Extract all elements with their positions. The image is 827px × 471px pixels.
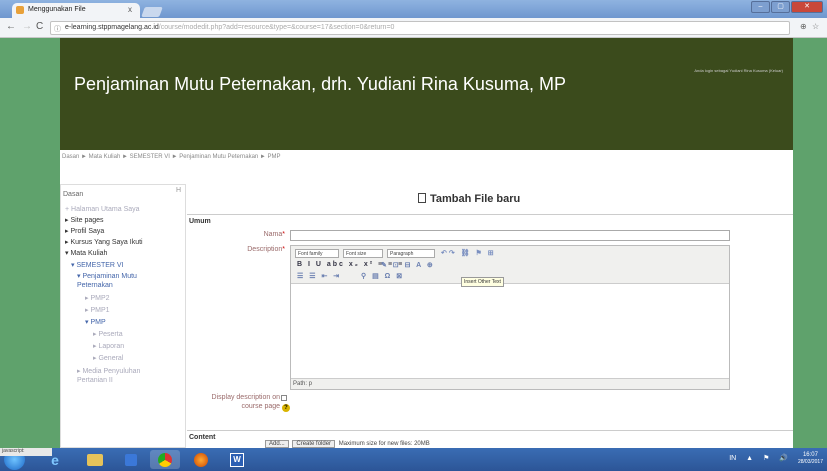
action-center-icon[interactable]: ⚑	[763, 455, 769, 462]
navigation-block: Dasan H + Halaman Utama Saya ▸ Site page…	[60, 184, 186, 448]
section-content-title: Content	[189, 434, 216, 441]
close-window-button[interactable]: ✕	[791, 1, 823, 13]
description-label: Description*	[247, 246, 285, 253]
editor-list-buttons[interactable]: ☰ ☰ ⇤ ⇥	[297, 272, 341, 280]
page-heading: Tambah File baru	[418, 193, 520, 205]
nav-item-profile[interactable]: ▸ Profil Saya	[65, 227, 104, 236]
url-host: e-learning.stppmagelang.ac.id	[65, 24, 159, 31]
word-icon[interactable]: W	[222, 450, 252, 469]
nav-item-reports[interactable]: ▸ Laporan	[93, 342, 124, 351]
display-description-label-2: course page ?	[210, 403, 290, 412]
nav-item-courses[interactable]: ▾ Mata Kuliah	[65, 249, 107, 258]
nav-item-general[interactable]: ▸ General	[93, 354, 123, 363]
editor-path-bar: Path: p	[291, 378, 729, 389]
max-size-text: Maximum size for new files: 20MB	[338, 441, 430, 447]
tray-expand-icon[interactable]: ▲	[746, 455, 753, 462]
font-size-select[interactable]: Font size	[343, 249, 383, 258]
tab-favicon-icon	[16, 6, 24, 14]
nav-item-semester[interactable]: ▾ SEMESTER VI	[71, 261, 124, 270]
bookmark-star-icon[interactable]: ☆	[812, 22, 819, 31]
editor-undo-redo-icons[interactable]: ↶↷ ⛓ ⚑ ⊞	[441, 249, 496, 257]
chrome-icon[interactable]	[150, 450, 180, 469]
firefox-icon[interactable]	[186, 450, 216, 469]
window-titlebar: Menggunakan File x – ▢ ✕	[0, 0, 827, 18]
nav-item-course[interactable]: ▾ Penjaminan Mutu Peternakan	[77, 272, 167, 290]
volume-icon[interactable]: 🔊	[779, 455, 788, 462]
section-content[interactable]: Content	[187, 430, 793, 441]
new-tab-button[interactable]	[141, 7, 163, 17]
url-path: /course/modedit.php?add=resource&type=&c…	[158, 24, 395, 31]
course-header: Penjaminan Mutu Peternakan, drh. Yudiani…	[60, 38, 793, 150]
toolbar-tooltip: Insert Other Text	[461, 277, 504, 287]
description-editor[interactable]: Font family Font size Paragraph ↶↷ ⛓ ⚑ ⊞…	[290, 245, 730, 390]
media-player-icon[interactable]	[116, 450, 146, 469]
back-arrow-icon[interactable]: ←	[6, 21, 16, 32]
browser-tab[interactable]: Menggunakan File x	[12, 3, 140, 18]
maximize-button[interactable]: ▢	[771, 1, 790, 13]
editor-insert-icons[interactable]: ✎ ⊡ ⊟ A ⊕	[381, 261, 435, 269]
forward-arrow-icon[interactable]: →	[22, 21, 32, 32]
url-bar[interactable]: ⓘ e-learning.stppmagelang.ac.id/course/m…	[50, 21, 790, 35]
paragraph-select[interactable]: Paragraph	[387, 249, 435, 258]
block-dock-icon[interactable]: H	[176, 187, 181, 194]
section-general[interactable]: Umum	[187, 214, 793, 225]
page-info-icon: ⓘ	[54, 26, 61, 33]
create-folder-button[interactable]: Create folder	[292, 440, 336, 448]
nav-item-other-course[interactable]: ▸ Media Penyuluhan Pertanian II	[77, 367, 167, 385]
system-tray: IN ▲ ⚑ 🔊 16:07 28/03/2017	[721, 452, 823, 466]
breadcrumb[interactable]: Dasan ► Mata Kuliah ► SEMESTER VI ► Penj…	[60, 154, 281, 160]
font-family-select[interactable]: Font family	[295, 249, 339, 258]
nav-item-pmp[interactable]: ▾ PMP	[85, 318, 106, 327]
display-description-checkbox[interactable]	[281, 395, 287, 401]
browser-status-bar: javascript:	[0, 448, 52, 456]
editor-media-icons[interactable]: ⚲ ▤ Ω ⊠	[361, 272, 404, 280]
explorer-icon[interactable]	[80, 450, 110, 469]
display-description-label: Display description on	[211, 394, 280, 401]
moodle-page: Penjaminan Mutu Peternakan, drh. Yudiani…	[60, 38, 793, 448]
nav-item-participants[interactable]: ▸ Peserta	[93, 330, 123, 339]
name-label: Nama*	[263, 231, 285, 238]
window-controls: – ▢ ✕	[751, 1, 823, 13]
add-file-button[interactable]: Add...	[265, 440, 289, 448]
help-icon[interactable]: ?	[282, 404, 290, 412]
reload-icon[interactable]: C	[36, 21, 43, 32]
nav-item-site-pages[interactable]: ▸ Site pages	[65, 216, 104, 225]
nav-block-title: Dasan	[63, 191, 84, 198]
course-title: Penjaminan Mutu Peternakan, drh. Yudiani…	[74, 74, 566, 94]
nav-item-my-courses[interactable]: ▸ Kursus Yang Saya Ikuti	[65, 238, 143, 247]
nav-item-my-home[interactable]: + Halaman Utama Saya	[65, 205, 140, 214]
clock[interactable]: 16:07 28/03/2017	[798, 452, 823, 466]
minimize-button[interactable]: –	[751, 1, 770, 13]
translate-icon[interactable]: ⊕	[800, 22, 807, 31]
name-input[interactable]	[290, 230, 730, 241]
editor-toolbar: Font family Font size Paragraph ↶↷ ⛓ ⚑ ⊞…	[291, 246, 729, 287]
section-general-title: Umum	[189, 218, 211, 225]
nav-item-pmp1[interactable]: ▸ PMP1	[85, 306, 110, 315]
language-indicator[interactable]: IN	[729, 455, 736, 462]
tab-title: Menggunakan File	[28, 6, 86, 13]
login-info[interactable]: Anda login sebagai Yudiani Rina Kusuma (…	[694, 68, 783, 73]
windows-taskbar: e W IN ▲ ⚑ 🔊 16:07 28/03/2017	[0, 448, 827, 471]
address-toolbar: ← → C ⓘ e-learning.stppmagelang.ac.id/co…	[0, 18, 827, 38]
file-icon	[418, 193, 426, 203]
nav-item-pmp2[interactable]: ▸ PMP2	[85, 294, 110, 303]
tab-close-icon[interactable]: x	[128, 5, 132, 14]
filepicker-buttons: Add... Create folder Maximum size for ne…	[265, 440, 430, 448]
